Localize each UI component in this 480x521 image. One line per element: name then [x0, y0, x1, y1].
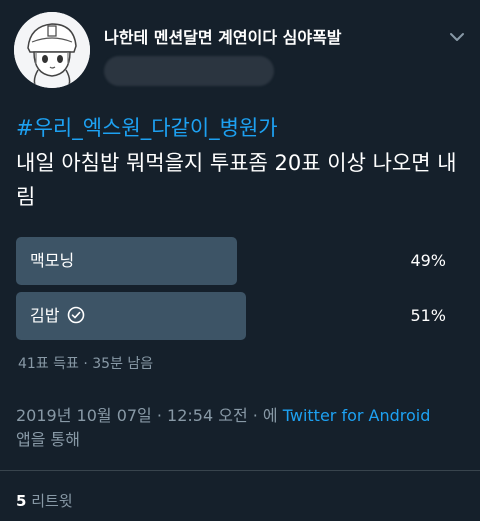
avatar-illustration	[14, 12, 90, 88]
divider	[0, 470, 480, 471]
tweet-source-suffix: 앱을 통해	[16, 430, 80, 449]
poll-option-gimbap[interactable]: 김밥 51%	[16, 292, 466, 340]
poll-option-percent: 49%	[410, 251, 446, 270]
retweet-label: 리트윗	[31, 492, 73, 510]
tweet-header: 나한테 멘션달면 계연이다 심야폭발	[0, 0, 480, 100]
tweet-timestamp[interactable]: 2019년 10월 07일 · 12:54 오전 · 에	[16, 406, 278, 425]
check-circle-icon	[68, 306, 85, 324]
tweet-meta: 2019년 10월 07일 · 12:54 오전 · 에 Twitter for…	[16, 404, 466, 452]
retweet-count: 5	[16, 492, 27, 510]
poll-option-label: 김밥	[30, 292, 85, 340]
poll-option-percent: 51%	[410, 306, 446, 325]
avatar[interactable]	[14, 12, 90, 88]
display-name[interactable]: 나한테 멘션달면 계연이다 심야폭발	[104, 24, 342, 48]
chevron-down-icon[interactable]	[446, 26, 468, 48]
poll-meta-separator: ·	[83, 356, 88, 372]
poll-meta: 41표 득표 · 35분 남음	[18, 353, 153, 373]
poll-time-left: 35분 남음	[92, 356, 154, 372]
blurred-handle	[104, 56, 274, 86]
retweet-stats[interactable]: 5 리트윗	[16, 490, 73, 511]
tweet-source-link[interactable]: Twitter for Android	[283, 406, 431, 425]
poll-option-label: 맥모닝	[30, 251, 75, 270]
poll-option-label-text: 김밥	[30, 306, 60, 325]
poll-option-mcmorning[interactable]: 맥모닝 49%	[16, 237, 466, 285]
tweet-text: 내일 아침밥 뭐먹을지 투표좀 20표 이상 나오면 내림	[16, 151, 457, 209]
poll-vote-count: 41표 득표	[18, 356, 79, 372]
hashtag-link[interactable]: #우리_엑스원_다같이_병원가	[16, 112, 278, 142]
